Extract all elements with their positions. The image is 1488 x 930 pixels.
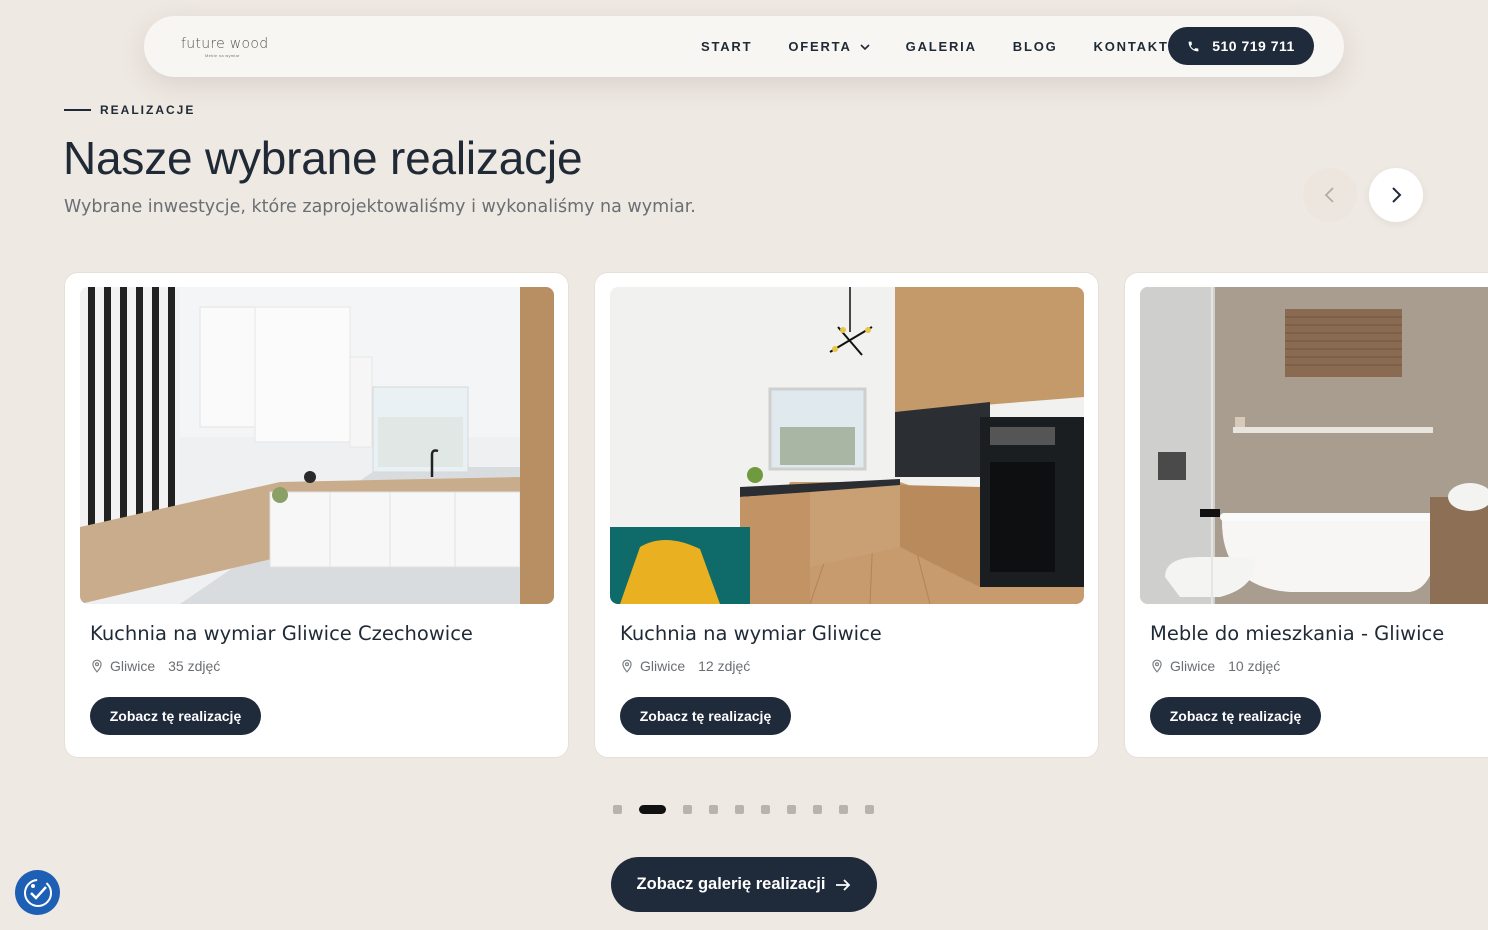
- menu-item-label: KONTAKT: [1093, 39, 1169, 54]
- pagination-dot-active[interactable]: [639, 805, 666, 814]
- logo[interactable]: future wood Meble na wymiar: [181, 36, 271, 60]
- section-eyebrow: REALIZACJE: [64, 103, 195, 117]
- section-title: Nasze wybrane realizacje: [63, 132, 583, 184]
- pagination-dot[interactable]: [735, 805, 744, 814]
- project-city: Gliwice: [110, 658, 156, 674]
- pagination-dot[interactable]: [813, 805, 822, 814]
- section-subtitle: Wybrane inwestycje, które zaprojektowali…: [64, 197, 696, 217]
- accessibility-icon: [23, 878, 52, 907]
- menu-item-start[interactable]: START: [701, 39, 752, 54]
- menu-item-label: START: [701, 39, 753, 54]
- menu-item-label: BLOG: [1012, 39, 1058, 54]
- project-photo-count: 10 zdjęć: [1228, 658, 1281, 674]
- menu-item-kontakt[interactable]: KONTAKT: [1094, 39, 1169, 54]
- menu-item-oferta[interactable]: OFERTA: [788, 39, 870, 54]
- gallery-button-label: Zobacz galerię realizacji: [636, 875, 826, 893]
- menu-item-galeria[interactable]: GALERIA: [906, 39, 977, 54]
- project-card: Kuchnia na wymiar Gliwice Gliwice 12 zdj…: [594, 272, 1099, 758]
- main-menu: START OFERTA GALERIA BLOG KONTAKT: [701, 16, 1205, 77]
- phone-number: 510 719 711: [1212, 38, 1295, 54]
- project-photo-count: 35 zdjęć: [168, 658, 221, 674]
- menu-item-label: GALERIA: [905, 39, 977, 54]
- phone-icon: [1188, 41, 1199, 51]
- carousel-next-button[interactable]: [1369, 168, 1423, 222]
- project-card: Meble do mieszkania - Gliwice Gliwice 10…: [1124, 272, 1488, 758]
- project-photo[interactable]: [1140, 287, 1488, 604]
- project-photo[interactable]: [610, 287, 1084, 604]
- view-project-button[interactable]: Zobacz tę realizację: [90, 697, 261, 735]
- chevron-left-icon: [1324, 187, 1334, 203]
- carousel-prev-button[interactable]: [1303, 168, 1357, 222]
- view-project-button[interactable]: Zobacz tę realizację: [1150, 697, 1321, 735]
- project-meta: Gliwice 10 zdjęć: [1150, 658, 1280, 674]
- arrow-right-icon: [836, 878, 851, 891]
- project-meta: Gliwice 12 zdjęć: [620, 658, 750, 674]
- menu-item-blog[interactable]: BLOG: [1013, 39, 1058, 54]
- map-pin-icon: [622, 659, 632, 673]
- accessibility-button[interactable]: [15, 870, 60, 915]
- carousel-pagination: [613, 805, 891, 814]
- logo-tagline: Meble na wymiar: [205, 53, 240, 58]
- view-project-button[interactable]: Zobacz tę realizację: [620, 697, 791, 735]
- chevron-down-icon: [860, 43, 870, 50]
- pagination-dot[interactable]: [787, 805, 796, 814]
- project-city: Gliwice: [1170, 658, 1216, 674]
- pagination-dot[interactable]: [709, 805, 718, 814]
- header-bar: future wood Meble na wymiar START OFERTA…: [144, 16, 1344, 77]
- project-title: Kuchnia na wymiar Gliwice: [620, 622, 882, 645]
- pagination-dot[interactable]: [761, 805, 770, 814]
- map-pin-icon: [1152, 659, 1162, 673]
- eyebrow-line: [64, 109, 91, 111]
- project-photo[interactable]: [80, 287, 554, 604]
- project-meta: Gliwice 35 zdjęć: [90, 658, 220, 674]
- pagination-dot[interactable]: [865, 805, 874, 814]
- eyebrow-label: REALIZACJE: [100, 103, 196, 117]
- pagination-dot[interactable]: [839, 805, 848, 814]
- pagination-dot[interactable]: [613, 805, 622, 814]
- phone-button[interactable]: 510 719 711: [1168, 27, 1314, 65]
- chevron-right-icon: [1392, 187, 1402, 203]
- project-title: Meble do mieszkania - Gliwice: [1150, 622, 1445, 645]
- project-photo-count: 12 zdjęć: [698, 658, 751, 674]
- project-card: Kuchnia na wymiar Gliwice Czechowice Gli…: [64, 272, 569, 758]
- project-city: Gliwice: [640, 658, 686, 674]
- menu-item-label: OFERTA: [788, 39, 852, 54]
- view-gallery-button[interactable]: Zobacz galerię realizacji: [611, 857, 877, 912]
- map-pin-icon: [92, 659, 102, 673]
- pagination-dot[interactable]: [683, 805, 692, 814]
- logo-text: future wood: [181, 36, 269, 52]
- project-title: Kuchnia na wymiar Gliwice Czechowice: [90, 622, 473, 645]
